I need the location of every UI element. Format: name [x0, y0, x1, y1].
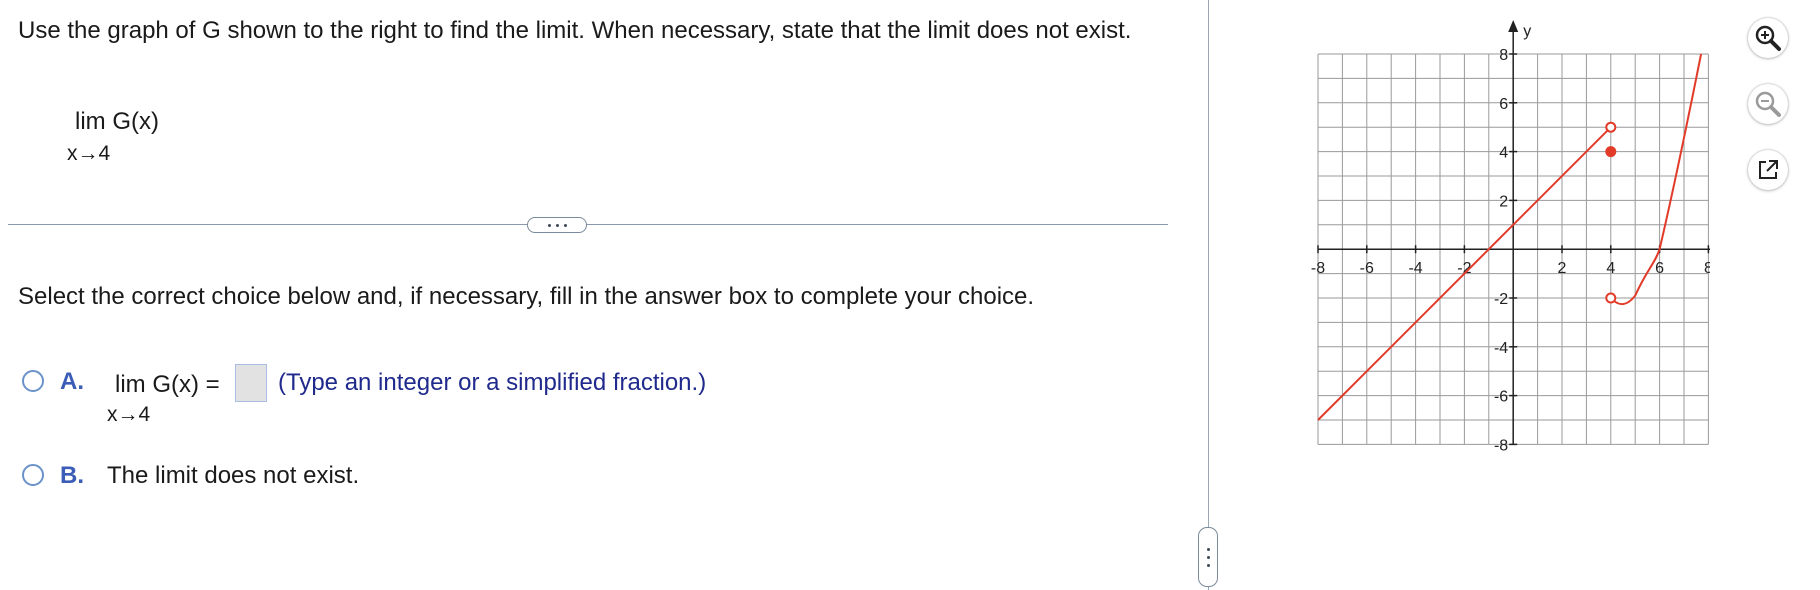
- zoom-out-button[interactable]: [1748, 84, 1788, 124]
- choice-b-radio[interactable]: [22, 464, 44, 486]
- closed-point: [1605, 146, 1617, 158]
- x-tick-label: 6: [1655, 260, 1664, 277]
- section-divider: [8, 224, 1168, 225]
- x-tick-label: -8: [1311, 260, 1325, 277]
- y-tick-label: -4: [1494, 340, 1508, 357]
- open-point: [1605, 121, 1617, 133]
- pane-divider: [1208, 0, 1209, 590]
- question-pane: Use the graph of G shown to the right to…: [0, 0, 1205, 590]
- answer-hint: (Type an integer or a simplified fractio…: [278, 369, 707, 396]
- choice-a-limit-label: lim G(x) =: [115, 371, 220, 398]
- x-tick-label: -4: [1408, 260, 1422, 277]
- zoom-out-icon: [1755, 91, 1781, 117]
- pane-resize-handle[interactable]: [1198, 527, 1218, 587]
- question-text: Use the graph of G shown to the right to…: [18, 17, 1132, 44]
- y-tick-label: -8: [1494, 437, 1508, 454]
- external-link-icon: [1759, 160, 1778, 179]
- y-tick-label: -2: [1494, 291, 1508, 308]
- y-tick-label: -6: [1494, 389, 1508, 406]
- choice-a-radio[interactable]: [22, 370, 44, 392]
- choice-a-letter: A.: [60, 368, 84, 395]
- choice-b-letter: B.: [60, 462, 84, 489]
- x-tick-label: 2: [1558, 260, 1567, 277]
- popout-button[interactable]: [1748, 150, 1788, 190]
- y-axis-label: y: [1523, 23, 1531, 40]
- graph: xy-8-6-4-224688642-2-4-6-8: [1311, 20, 1710, 454]
- limit-expression: lim G(x) x→4: [67, 108, 159, 166]
- y-axis-arrow: [1508, 20, 1519, 32]
- y-tick-label: 6: [1499, 96, 1508, 113]
- open-point: [1605, 292, 1617, 304]
- choice-a-limit-subscript: x→4: [107, 403, 151, 426]
- zoom-in-button[interactable]: [1748, 18, 1788, 58]
- y-tick-label: 8: [1499, 47, 1508, 64]
- zoom-in-icon: [1755, 25, 1781, 51]
- answer-input[interactable]: [235, 364, 267, 402]
- y-tick-label: 4: [1499, 145, 1508, 162]
- choice-a-limit: lim G(x) = x→4: [107, 371, 220, 427]
- x-tick-label: 4: [1606, 260, 1615, 277]
- choice-b-text: The limit does not exist.: [107, 462, 360, 489]
- expand-more-button[interactable]: [527, 217, 587, 233]
- limit-subscript: x→4: [67, 142, 111, 165]
- limit-label: lim G(x): [75, 108, 159, 135]
- x-tick-label: -6: [1360, 260, 1374, 277]
- instruction-text: Select the correct choice below and, if …: [18, 283, 1035, 310]
- y-tick-label: 2: [1499, 193, 1508, 210]
- x-tick-label: 8: [1704, 260, 1710, 277]
